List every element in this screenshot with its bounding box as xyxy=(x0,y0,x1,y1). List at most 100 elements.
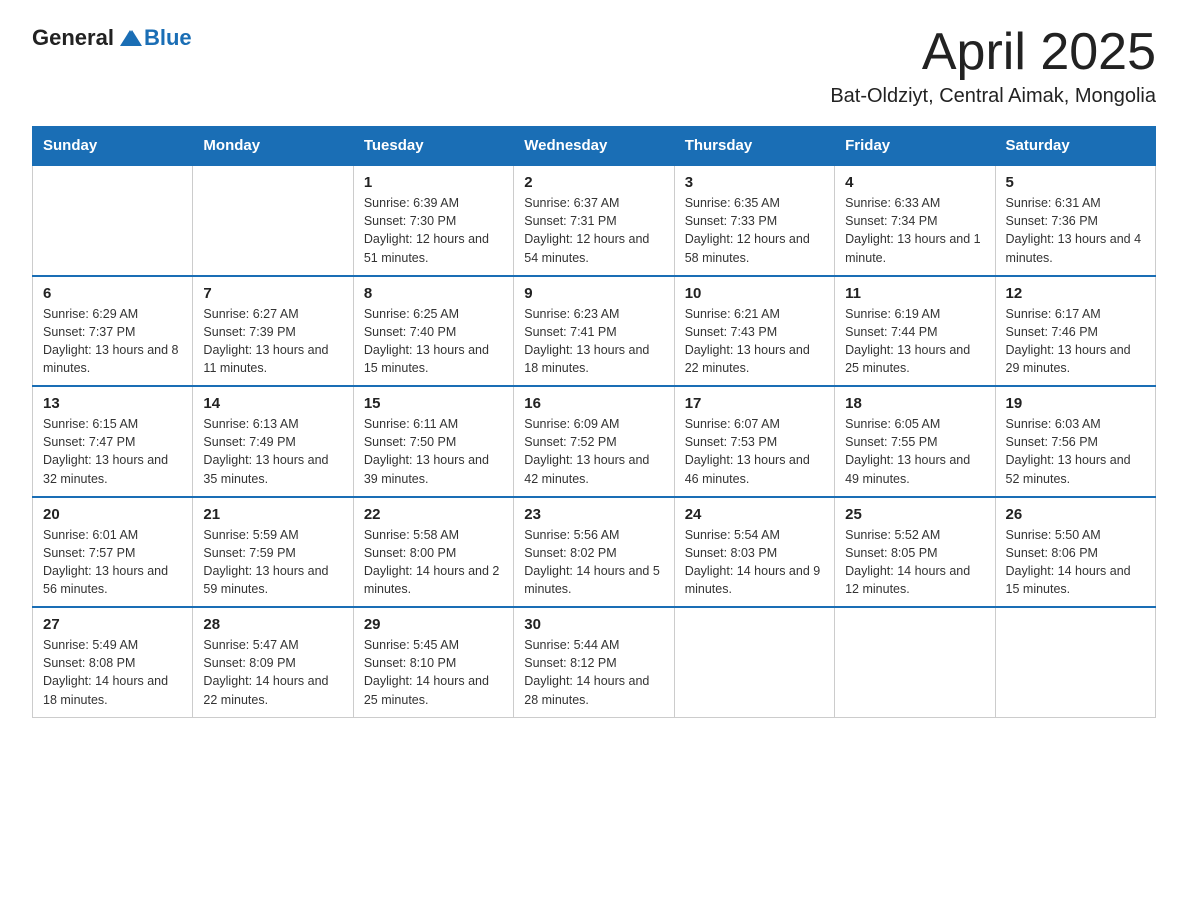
calendar-cell: 21 Sunrise: 5:59 AM Sunset: 7:59 PM Dayli… xyxy=(193,497,353,608)
day-info: Sunrise: 6:31 AM Sunset: 7:36 PM Dayligh… xyxy=(1006,194,1145,267)
calendar-cell: 12 Sunrise: 6:17 AM Sunset: 7:46 PM Dayli… xyxy=(995,276,1155,387)
calendar-week-1: 1Sunrise: 6:39 AM Sunset: 7:30 PM Daylig… xyxy=(33,165,1156,276)
day-info: Sunrise: 6:03 AM Sunset: 7:56 PM Dayligh… xyxy=(1006,415,1145,488)
calendar-cell: 4 Sunrise: 6:33 AM Sunset: 7:34 PM Daylig… xyxy=(835,165,995,276)
day-info: Sunrise: 6:19 AM Sunset: 7:44 PM Dayligh… xyxy=(845,305,984,378)
calendar-cell: 9 Sunrise: 6:23 AM Sunset: 7:41 PM Daylig… xyxy=(514,276,674,387)
day-info: Sunrise: 5:45 AM Sunset: 8:10 PM Dayligh… xyxy=(364,636,503,709)
calendar-cell: 16 Sunrise: 6:09 AM Sunset: 7:52 PM Dayli… xyxy=(514,386,674,497)
calendar-cell: 11 Sunrise: 6:19 AM Sunset: 7:44 PM Dayli… xyxy=(835,276,995,387)
day-info: Sunrise: 6:15 AM Sunset: 7:47 PM Dayligh… xyxy=(43,415,182,488)
calendar-cell: 28Sunrise: 5:47 AM Sunset: 8:09 PM Dayli… xyxy=(193,607,353,717)
calendar-cell: 24 Sunrise: 5:54 AM Sunset: 8:03 PM Dayli… xyxy=(674,497,834,608)
calendar-cell xyxy=(33,165,193,276)
calendar-table: SundayMondayTuesdayWednesdayThursdayFrid… xyxy=(32,126,1156,718)
calendar-cell: 17 Sunrise: 6:07 AM Sunset: 7:53 PM Dayli… xyxy=(674,386,834,497)
day-number: 12 xyxy=(1006,285,1145,302)
page-title: April 2025 xyxy=(830,24,1156,81)
weekday-header-thursday: Thursday xyxy=(674,127,834,166)
calendar-cell: 14 Sunrise: 6:13 AM Sunset: 7:49 PM Dayli… xyxy=(193,386,353,497)
day-info: Sunrise: 6:13 AM Sunset: 7:49 PM Dayligh… xyxy=(203,415,342,488)
day-info: Sunrise: 6:29 AM Sunset: 7:37 PM Dayligh… xyxy=(43,305,182,378)
weekday-header-friday: Friday xyxy=(835,127,995,166)
calendar-cell xyxy=(193,165,353,276)
weekday-header-sunday: Sunday xyxy=(33,127,193,166)
day-number: 30 xyxy=(524,616,663,633)
calendar-cell: 15Sunrise: 6:11 AM Sunset: 7:50 PM Dayli… xyxy=(353,386,513,497)
calendar-cell: 22 Sunrise: 5:58 AM Sunset: 8:00 PM Dayli… xyxy=(353,497,513,608)
day-info: Sunrise: 5:52 AM Sunset: 8:05 PM Dayligh… xyxy=(845,526,984,599)
day-number: 24 xyxy=(685,506,824,523)
day-number: 8 xyxy=(364,285,503,302)
calendar-cell: 27Sunrise: 5:49 AM Sunset: 8:08 PM Dayli… xyxy=(33,607,193,717)
day-number: 2 xyxy=(524,174,663,191)
calendar-week-3: 13Sunrise: 6:15 AM Sunset: 7:47 PM Dayli… xyxy=(33,386,1156,497)
day-info: Sunrise: 6:21 AM Sunset: 7:43 PM Dayligh… xyxy=(685,305,824,378)
weekday-header-wednesday: Wednesday xyxy=(514,127,674,166)
calendar-cell: 18 Sunrise: 6:05 AM Sunset: 7:55 PM Dayli… xyxy=(835,386,995,497)
day-number: 18 xyxy=(845,395,984,412)
day-number: 14 xyxy=(203,395,342,412)
day-info: Sunrise: 6:33 AM Sunset: 7:34 PM Dayligh… xyxy=(845,194,984,267)
day-number: 19 xyxy=(1006,395,1145,412)
day-number: 25 xyxy=(845,506,984,523)
calendar-cell: 19 Sunrise: 6:03 AM Sunset: 7:56 PM Dayli… xyxy=(995,386,1155,497)
calendar-cell: 23 Sunrise: 5:56 AM Sunset: 8:02 PM Dayli… xyxy=(514,497,674,608)
logo: General Blue xyxy=(32,24,192,52)
calendar-week-5: 27Sunrise: 5:49 AM Sunset: 8:08 PM Dayli… xyxy=(33,607,1156,717)
logo-blue: Blue xyxy=(144,25,192,51)
calendar-cell: 10 Sunrise: 6:21 AM Sunset: 7:43 PM Dayli… xyxy=(674,276,834,387)
title-block: April 2025 Bat-Oldziyt, Central Aimak, M… xyxy=(830,24,1156,108)
calendar-week-2: 6 Sunrise: 6:29 AM Sunset: 7:37 PM Daylig… xyxy=(33,276,1156,387)
calendar-cell xyxy=(995,607,1155,717)
day-number: 22 xyxy=(364,506,503,523)
calendar-cell xyxy=(674,607,834,717)
day-info: Sunrise: 5:49 AM Sunset: 8:08 PM Dayligh… xyxy=(43,636,182,709)
day-number: 7 xyxy=(203,285,342,302)
calendar-cell: 6 Sunrise: 6:29 AM Sunset: 7:37 PM Daylig… xyxy=(33,276,193,387)
day-info: Sunrise: 5:59 AM Sunset: 7:59 PM Dayligh… xyxy=(203,526,342,599)
day-info: Sunrise: 6:27 AM Sunset: 7:39 PM Dayligh… xyxy=(203,305,342,378)
day-number: 10 xyxy=(685,285,824,302)
day-info: Sunrise: 6:37 AM Sunset: 7:31 PM Dayligh… xyxy=(524,194,663,267)
day-number: 6 xyxy=(43,285,182,302)
day-info: Sunrise: 5:50 AM Sunset: 8:06 PM Dayligh… xyxy=(1006,526,1145,599)
day-info: Sunrise: 6:01 AM Sunset: 7:57 PM Dayligh… xyxy=(43,526,182,599)
day-info: Sunrise: 6:09 AM Sunset: 7:52 PM Dayligh… xyxy=(524,415,663,488)
calendar-cell: 1Sunrise: 6:39 AM Sunset: 7:30 PM Daylig… xyxy=(353,165,513,276)
logo-icon xyxy=(116,24,144,52)
day-number: 3 xyxy=(685,174,824,191)
day-info: Sunrise: 5:56 AM Sunset: 8:02 PM Dayligh… xyxy=(524,526,663,599)
day-info: Sunrise: 5:47 AM Sunset: 8:09 PM Dayligh… xyxy=(203,636,342,709)
calendar-cell: 26Sunrise: 5:50 AM Sunset: 8:06 PM Dayli… xyxy=(995,497,1155,608)
day-number: 11 xyxy=(845,285,984,302)
day-number: 23 xyxy=(524,506,663,523)
day-info: Sunrise: 6:35 AM Sunset: 7:33 PM Dayligh… xyxy=(685,194,824,267)
calendar-body: 1Sunrise: 6:39 AM Sunset: 7:30 PM Daylig… xyxy=(33,165,1156,717)
day-info: Sunrise: 6:39 AM Sunset: 7:30 PM Dayligh… xyxy=(364,194,503,267)
calendar-header: SundayMondayTuesdayWednesdayThursdayFrid… xyxy=(33,127,1156,166)
calendar-cell: 8 Sunrise: 6:25 AM Sunset: 7:40 PM Daylig… xyxy=(353,276,513,387)
day-info: Sunrise: 6:25 AM Sunset: 7:40 PM Dayligh… xyxy=(364,305,503,378)
day-info: Sunrise: 6:17 AM Sunset: 7:46 PM Dayligh… xyxy=(1006,305,1145,378)
day-number: 16 xyxy=(524,395,663,412)
day-info: Sunrise: 6:11 AM Sunset: 7:50 PM Dayligh… xyxy=(364,415,503,488)
calendar-cell xyxy=(835,607,995,717)
day-number: 4 xyxy=(845,174,984,191)
page-subtitle: Bat-Oldziyt, Central Aimak, Mongolia xyxy=(830,85,1156,108)
day-info: Sunrise: 6:07 AM Sunset: 7:53 PM Dayligh… xyxy=(685,415,824,488)
calendar-week-4: 20 Sunrise: 6:01 AM Sunset: 7:57 PM Dayli… xyxy=(33,497,1156,608)
day-number: 17 xyxy=(685,395,824,412)
day-info: Sunrise: 6:23 AM Sunset: 7:41 PM Dayligh… xyxy=(524,305,663,378)
calendar-cell: 20 Sunrise: 6:01 AM Sunset: 7:57 PM Dayli… xyxy=(33,497,193,608)
day-info: Sunrise: 5:58 AM Sunset: 8:00 PM Dayligh… xyxy=(364,526,503,599)
day-info: Sunrise: 6:05 AM Sunset: 7:55 PM Dayligh… xyxy=(845,415,984,488)
day-number: 21 xyxy=(203,506,342,523)
day-number: 9 xyxy=(524,285,663,302)
day-number: 5 xyxy=(1006,174,1145,191)
calendar-cell: 29Sunrise: 5:45 AM Sunset: 8:10 PM Dayli… xyxy=(353,607,513,717)
day-info: Sunrise: 5:54 AM Sunset: 8:03 PM Dayligh… xyxy=(685,526,824,599)
page-header: General Blue April 2025 Bat-Oldziyt, Cen… xyxy=(32,24,1156,108)
calendar-cell: 30Sunrise: 5:44 AM Sunset: 8:12 PM Dayli… xyxy=(514,607,674,717)
day-number: 20 xyxy=(43,506,182,523)
